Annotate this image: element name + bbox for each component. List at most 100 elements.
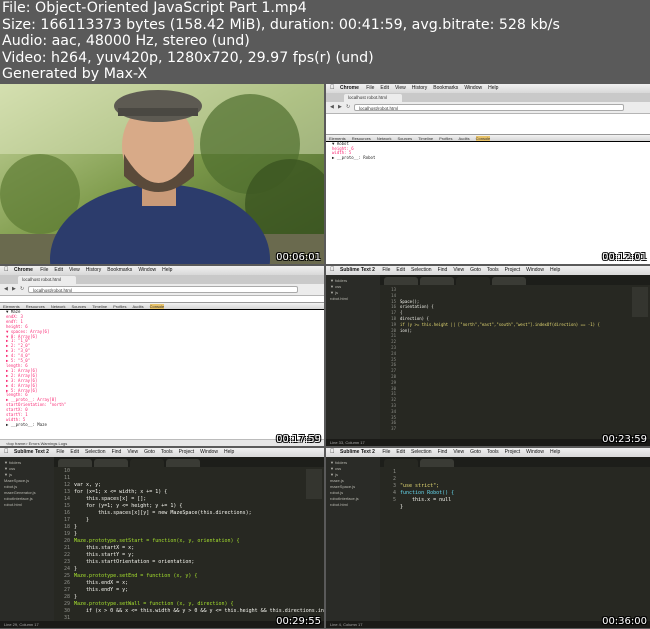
text-line[interactable]: Console (475, 136, 491, 141)
menu-item[interactable]: Find (438, 449, 448, 455)
editor-tab[interactable] (94, 459, 128, 467)
back-icon[interactable]: ◀ (330, 105, 335, 110)
menu-item[interactable]: Find (112, 449, 122, 455)
menu-item[interactable]: Bookmarks (433, 85, 458, 91)
back-icon[interactable]: ◀ (4, 287, 9, 292)
menu-item[interactable]: Help (162, 267, 172, 273)
editor-tab[interactable] (166, 459, 200, 467)
menu-item[interactable]: Edit (380, 85, 389, 91)
menu-item[interactable]: Selection (411, 449, 432, 455)
editor-tab-active[interactable] (456, 277, 490, 285)
minimap[interactable] (306, 469, 322, 499)
editor-tab[interactable] (492, 277, 526, 285)
editor-tab-active[interactable] (130, 459, 164, 467)
menu-item[interactable]: Selection (85, 449, 106, 455)
text-line[interactable]: Console (149, 304, 165, 309)
menu-item[interactable]: Edit (54, 267, 63, 273)
menu-item[interactable]: Tools (161, 449, 173, 455)
apple-icon:  (330, 448, 335, 457)
forward-icon[interactable]: ▶ (338, 105, 343, 110)
menu-item[interactable]: Bookmarks (107, 267, 132, 273)
menu-item[interactable]: Edit (396, 449, 405, 455)
menu-item[interactable]: View (453, 449, 464, 455)
menu-item[interactable]: Edit (396, 267, 405, 273)
text-line[interactable]: Timeline (418, 136, 433, 141)
menu-item[interactable]: Window (138, 267, 156, 273)
menu-item[interactable]: Window (526, 449, 544, 455)
text-line[interactable]: robot.html (4, 502, 54, 508)
thumbnail-timestamp: 00:06:01 (276, 252, 321, 263)
menu-item[interactable]: File (56, 449, 64, 455)
thumbnail-timestamp: 00:29:55 (276, 616, 321, 627)
menu-item[interactable]: Window (200, 449, 218, 455)
file-info-header: File: Object-Oriented JavaScript Part 1.… (0, 0, 650, 84)
code-editor[interactable]: 10 11 12 13 14 15 16 17 18 19 20 21 22 23 24 25 26 27 28 29… (54, 467, 324, 628)
menu-item[interactable]: Edit (70, 449, 79, 455)
menu-item[interactable]: Project (505, 267, 521, 273)
menu-item[interactable]: Help (550, 267, 560, 273)
menu-item[interactable]: History (86, 267, 102, 273)
menu-item[interactable]: Goto (144, 449, 155, 455)
text-line[interactable]: Resources (352, 136, 371, 141)
editor-tab[interactable] (420, 277, 454, 285)
editor-tab-active[interactable] (384, 459, 418, 467)
menu-item[interactable]: Window (526, 267, 544, 273)
menu-item[interactable]: Tools (487, 267, 499, 273)
text-line: 4 (392, 490, 396, 496)
code-editor[interactable]: 12345 "use strict"; function Robot() { th… (380, 467, 650, 621)
code-editor[interactable]: 13 14 15 16 17 18 19 20 21 22 23 24 25 26 27 28 29 30 31 32… (380, 285, 650, 439)
text-line: 2 (392, 476, 396, 482)
menu-item[interactable]: Help (488, 85, 498, 91)
text-line[interactable]: Sources (71, 304, 86, 309)
presenter-video-frame (0, 84, 324, 264)
menu-item[interactable]: Help (550, 449, 560, 455)
thumbnail-grid: 00:06:01  Chrome File Edit View History Boo… (0, 84, 650, 629)
text-line[interactable]: robot.html (330, 502, 380, 508)
text-line[interactable]: Resources (26, 304, 45, 309)
menu-item[interactable]: File (366, 85, 374, 91)
editor-tab[interactable] (420, 459, 454, 467)
menu-item[interactable]: Project (505, 449, 521, 455)
menu-item[interactable]: Tools (487, 449, 499, 455)
menu-item[interactable]: View (127, 449, 138, 455)
text-line[interactable]: Sources (397, 136, 412, 141)
text-line[interactable]: Audits (132, 304, 143, 309)
browser-tab[interactable]: localhost robot.html (18, 276, 76, 284)
reload-icon[interactable]: ↻ (20, 287, 25, 292)
text-line[interactable]: Network (377, 136, 392, 141)
editor-tab[interactable] (384, 277, 418, 285)
menu-item[interactable]: History (412, 85, 428, 91)
menu-item[interactable]: File (40, 267, 48, 273)
text-line[interactable]: Profiles (439, 136, 452, 141)
file-sidebar: ▼ folders ▼ css ▼ js maze.js mazeSpace.j… (326, 457, 380, 621)
menu-item[interactable]: View (395, 85, 406, 91)
menu-item[interactable]: Goto (470, 449, 481, 455)
menu-item[interactable]: Chrome (14, 267, 33, 273)
menu-item[interactable]: Selection (411, 267, 432, 273)
reload-icon[interactable]: ↻ (346, 105, 351, 110)
editor-tab[interactable] (58, 459, 92, 467)
forward-icon[interactable]: ▶ (12, 287, 17, 292)
menu-item[interactable]: Window (464, 85, 482, 91)
menu-item[interactable]: Sublime Text 2 (14, 449, 49, 455)
text-line: 17 (63, 517, 70, 523)
address-bar[interactable]: localhost/robot.html (354, 104, 624, 111)
address-bar[interactable]: localhost/robot.html (28, 286, 298, 293)
text-line[interactable]: Timeline (92, 304, 107, 309)
browser-tab[interactable]: localhost robot.html (344, 94, 402, 102)
text-line[interactable]: Audits (458, 136, 469, 141)
menu-item[interactable]: Sublime Text 2 (340, 267, 375, 273)
text-line[interactable]: Profiles (113, 304, 126, 309)
menu-item[interactable]: File (382, 449, 390, 455)
menu-item[interactable]: View (453, 267, 464, 273)
menu-item[interactable]: File (382, 267, 390, 273)
text-line[interactable]: robot.html (330, 296, 380, 302)
menu-item[interactable]: Help (224, 449, 234, 455)
menu-item[interactable]: Goto (470, 267, 481, 273)
menu-item[interactable]: Sublime Text 2 (340, 449, 375, 455)
minimap[interactable] (632, 287, 648, 317)
menu-item[interactable]: Project (179, 449, 195, 455)
menu-item[interactable]: View (69, 267, 80, 273)
text-line[interactable]: Network (51, 304, 66, 309)
menu-item[interactable]: Find (438, 267, 448, 273)
